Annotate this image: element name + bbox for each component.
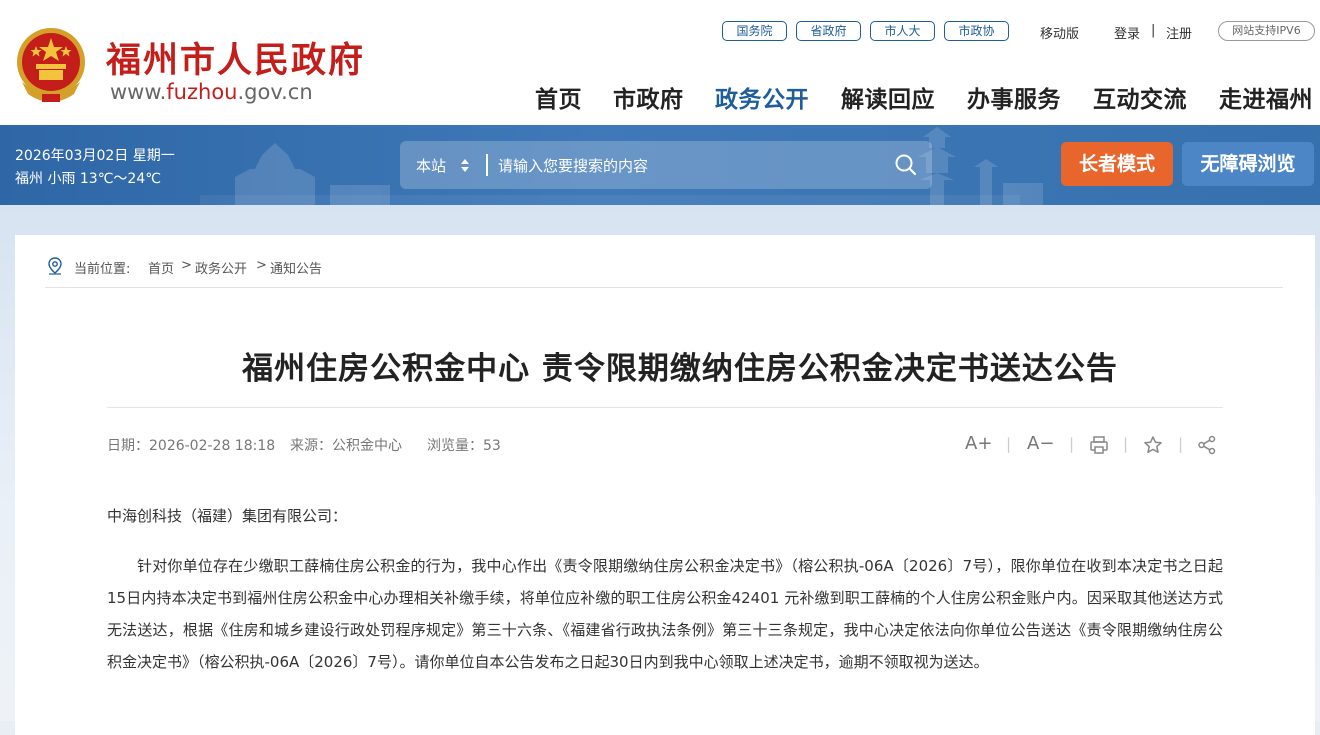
link-province-gov[interactable]: 省政府 [796,21,861,41]
site-header: 福州市人民政府 www.fuzhou.gov.cn 国务院 省政府 市人大 市政… [0,0,1320,125]
breadcrumb-notices[interactable]: 通知公告 [270,258,322,277]
site-url: www.fuzhou.gov.cn [110,80,313,104]
article-date: 日期：2026-02-28 18:18 [107,438,276,454]
font-increase-button[interactable]: A+ [965,433,992,454]
article-title: 福州住房公积金中心 责令限期缴纳住房公积金决定书送达公告 [242,351,1118,387]
font-decrease-button[interactable]: A− [1027,433,1054,454]
url-highlight: fuzhou [166,80,238,104]
breadcrumb-gov-affairs[interactable]: 政务公开 [195,258,247,277]
elder-mode-button[interactable]: 长者模式 [1061,142,1173,186]
breadcrumb-label: 当前位置: [74,262,131,277]
tool-separator: | [1178,435,1184,453]
tool-separator: | [1006,435,1012,453]
banner: 2026年03月02日 星期一 福州 小雨 13℃～24℃ 本站 长者模式 无障… [0,125,1320,205]
article-salutation: 中海创科技（福建）集团有限公司： [107,507,348,525]
nav-services[interactable]: 办事服务 [967,80,1061,114]
url-prefix: www. [110,80,167,104]
star-icon[interactable] [1143,435,1163,455]
top-links: 国务院 省政府 市人大 市政协 移动版 登录 | 注册 网站支持IPV6 [0,21,1320,43]
search-input[interactable] [496,151,880,181]
search-scope-select[interactable]: 本站 [416,155,446,176]
share-icon[interactable] [1197,435,1217,455]
tool-separator: | [1069,435,1075,453]
article-views: 浏览量：53 [427,438,501,454]
title-divider [107,407,1223,408]
date-display: 2026年03月02日 星期一 [15,148,175,164]
search-divider [486,154,488,176]
breadcrumb-home[interactable]: 首页 [148,258,174,277]
link-city-congress[interactable]: 市人大 [870,21,935,41]
updown-arrow-icon[interactable] [460,154,470,176]
search-icon[interactable] [894,153,918,177]
breadcrumb-sep: > [181,258,192,273]
search-box: 本站 [400,141,932,189]
link-state-council[interactable]: 国务院 [722,21,787,41]
accessible-browse-button[interactable]: 无障碍浏览 [1182,142,1314,186]
nav-interaction[interactable]: 互动交流 [1093,80,1187,114]
link-city-cppcc[interactable]: 市政协 [944,21,1009,41]
link-register[interactable]: 注册 [1166,23,1192,42]
nav-city-gov[interactable]: 市政府 [613,80,684,114]
ipv6-badge: 网站支持IPV6 [1218,21,1315,41]
article-body: 针对你单位存在少缴职工薛楠住房公积金的行为，我中心作出《责令限期缴纳住房公积金决… [107,557,1223,671]
url-suffix: .gov.cn [237,80,313,104]
weather-display: 福州 小雨 13℃～24℃ [15,171,161,187]
nav-interpretation[interactable]: 解读回应 [841,80,935,114]
link-login[interactable]: 登录 [1114,23,1140,42]
breadcrumb-sep: > [256,258,267,273]
nav-about-fuzhou[interactable]: 走进福州 [1219,80,1313,114]
breadcrumb-divider [45,287,1283,288]
article-card: 当前位置: 首页 > 政务公开 > 通知公告 福州住房公积金中心 责令限期缴纳住… [15,235,1315,735]
nav-gov-affairs[interactable]: 政务公开 [715,80,809,114]
nav-home[interactable]: 首页 [535,80,582,114]
tool-separator: | [1123,435,1129,453]
print-icon[interactable] [1089,435,1109,455]
article-source: 来源：公积金中心 [290,438,402,454]
location-pin-icon [48,257,62,275]
link-mobile[interactable]: 移动版 [1040,23,1079,42]
login-separator: | [1151,23,1156,38]
